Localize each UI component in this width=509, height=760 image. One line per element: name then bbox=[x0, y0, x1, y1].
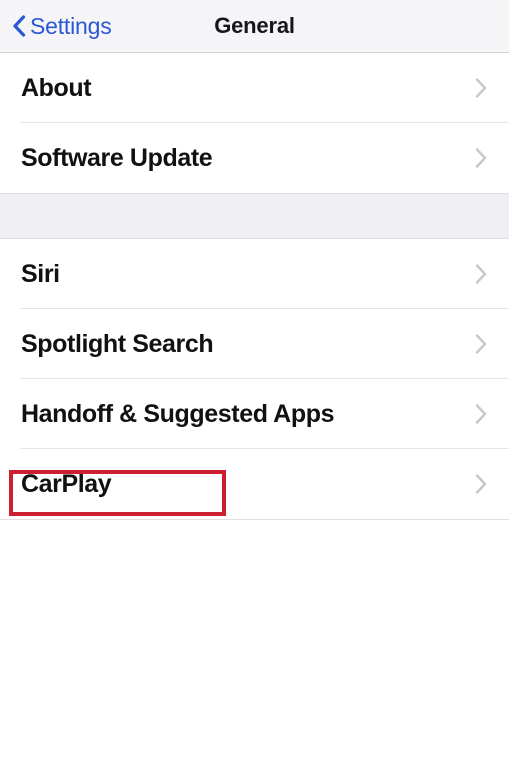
chevron-right-icon bbox=[475, 148, 487, 168]
settings-row-software-update[interactable]: Software Update bbox=[0, 123, 509, 193]
back-button-settings[interactable]: Settings bbox=[12, 0, 112, 52]
settings-row-label: Handoff & Suggested Apps bbox=[21, 399, 335, 428]
settings-row-label: About bbox=[21, 73, 92, 102]
chevron-right-icon bbox=[475, 404, 487, 424]
back-button-label: Settings bbox=[30, 12, 112, 39]
empty-area bbox=[0, 520, 509, 739]
settings-table: About Software Update Siri Spotlight Sea… bbox=[0, 53, 509, 739]
navigation-bar: Settings General bbox=[0, 0, 509, 53]
chevron-right-icon bbox=[475, 78, 487, 98]
settings-row-label: Software Update bbox=[21, 143, 213, 172]
chevron-right-icon bbox=[475, 474, 487, 494]
group-separator-band bbox=[0, 193, 509, 239]
settings-row-label: Siri bbox=[21, 259, 60, 288]
settings-group-2: Siri Spotlight Search Handoff & Suggeste… bbox=[0, 239, 509, 519]
chevron-right-icon bbox=[475, 334, 487, 354]
settings-row-about[interactable]: About bbox=[0, 53, 509, 123]
settings-row-label: CarPlay bbox=[21, 469, 112, 498]
settings-group-1: About Software Update bbox=[0, 53, 509, 193]
chevron-left-icon bbox=[13, 15, 26, 37]
settings-row-siri[interactable]: Siri bbox=[0, 239, 509, 309]
settings-row-spotlight-search[interactable]: Spotlight Search bbox=[0, 309, 509, 379]
settings-row-label: Spotlight Search bbox=[21, 329, 214, 358]
chevron-right-icon bbox=[475, 264, 487, 284]
settings-row-carplay[interactable]: CarPlay bbox=[0, 449, 509, 519]
settings-general-screen: Settings General About Software Update S… bbox=[0, 0, 509, 760]
settings-row-handoff-suggested-apps[interactable]: Handoff & Suggested Apps bbox=[0, 379, 509, 449]
